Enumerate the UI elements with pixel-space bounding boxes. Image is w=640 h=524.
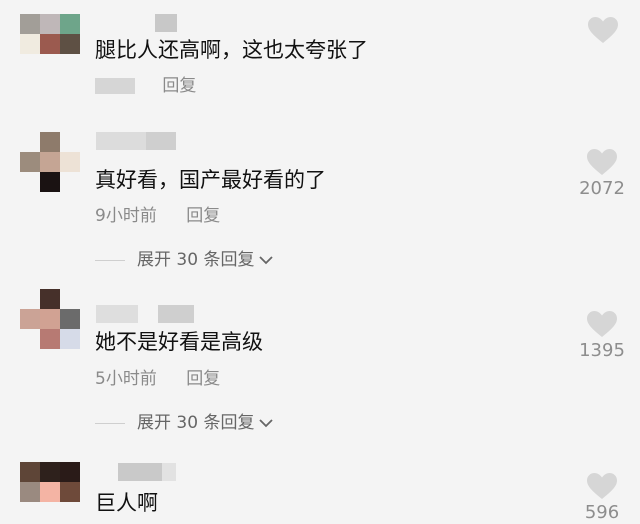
like-count: 1395 — [579, 340, 625, 361]
username-blurred[interactable] — [96, 305, 194, 323]
username-blurred[interactable] — [155, 14, 177, 32]
avatar-mosaic-tile — [60, 152, 80, 172]
timestamp: 5小时前 — [95, 369, 157, 389]
avatar-mosaic-tile — [20, 309, 40, 329]
avatar-mosaic-tile — [60, 309, 80, 329]
comment-text: 腿比人还高啊，这也太夸张了 — [95, 38, 368, 62]
username-blurred — [95, 78, 135, 94]
avatar-mosaic-tile — [40, 329, 60, 349]
avatar-mosaic-tile — [60, 502, 80, 522]
heart-icon — [587, 311, 617, 337]
avatar-mosaic-tile — [20, 152, 40, 172]
divider-line — [95, 259, 125, 261]
like-button[interactable]: 1395 — [572, 310, 632, 362]
avatar[interactable] — [20, 14, 80, 74]
comment-meta: 回复 — [95, 75, 196, 97]
avatar-mosaic-tile — [60, 54, 80, 74]
timestamp: 9小时前 — [95, 206, 157, 226]
avatar-mosaic-tile — [60, 289, 80, 309]
expand-replies-label: 展开 30 条回复 — [137, 413, 255, 433]
avatar-mosaic-tile — [40, 14, 60, 34]
heart-icon — [588, 17, 618, 43]
like-button[interactable] — [573, 16, 633, 44]
username-blurred[interactable] — [96, 132, 176, 150]
comment-text: 她不是好看是高级 — [95, 330, 263, 354]
avatar-mosaic-tile — [20, 329, 40, 349]
chevron-down-icon — [259, 419, 274, 428]
avatar-mosaic-tile — [20, 502, 40, 522]
comment-text: 巨人啊 — [95, 491, 158, 515]
avatar-mosaic-tile — [40, 132, 60, 152]
reply-button[interactable]: 回复 — [186, 369, 220, 389]
avatar-mosaic-tile — [20, 482, 40, 502]
like-count: 2072 — [579, 178, 625, 199]
like-button[interactable]: 596 — [572, 472, 632, 524]
avatar-mosaic-tile — [40, 502, 60, 522]
chevron-down-icon — [259, 256, 274, 265]
avatar-mosaic-tile — [40, 54, 60, 74]
divider-line — [95, 422, 125, 424]
expand-replies-button[interactable]: 展开 30 条回复 — [95, 249, 274, 271]
comment-text: 真好看，国产最好看的了 — [95, 168, 326, 192]
avatar-mosaic-tile — [40, 34, 60, 54]
like-button[interactable]: 2072 — [572, 148, 632, 200]
avatar-mosaic-tile — [40, 172, 60, 192]
avatar-mosaic-tile — [20, 172, 40, 192]
avatar-mosaic-tile — [60, 329, 80, 349]
avatar-mosaic-tile — [60, 172, 80, 192]
avatar-mosaic-tile — [20, 14, 40, 34]
avatar-mosaic-tile — [60, 34, 80, 54]
avatar-mosaic-tile — [20, 289, 40, 309]
avatar-mosaic-tile — [20, 132, 40, 152]
avatar-mosaic-tile — [40, 482, 60, 502]
avatar-mosaic-tile — [20, 34, 40, 54]
expand-replies-button[interactable]: 展开 30 条回复 — [95, 412, 274, 434]
avatar-mosaic-tile — [40, 152, 60, 172]
avatar-mosaic-tile — [40, 462, 60, 482]
avatar-mosaic-tile — [60, 462, 80, 482]
username-blurred[interactable] — [118, 463, 176, 481]
comment-meta: 5小时前 回复 — [95, 368, 220, 390]
avatar-mosaic-tile — [20, 462, 40, 482]
like-count: 596 — [584, 502, 620, 523]
expand-replies-label: 展开 30 条回复 — [137, 250, 255, 270]
avatar-mosaic-tile — [60, 14, 80, 34]
avatar-mosaic-tile — [20, 54, 40, 74]
avatar-mosaic-tile — [60, 482, 80, 502]
avatar-mosaic-tile — [40, 289, 60, 309]
avatar[interactable] — [20, 132, 80, 192]
avatar[interactable] — [20, 289, 80, 349]
reply-button[interactable]: 回复 — [162, 76, 196, 96]
comment-meta: 9小时前 回复 — [95, 205, 220, 227]
avatar[interactable] — [20, 462, 80, 522]
heart-icon — [587, 149, 617, 175]
avatar-mosaic-tile — [40, 309, 60, 329]
reply-button[interactable]: 回复 — [186, 206, 220, 226]
avatar-mosaic-tile — [60, 132, 80, 152]
heart-icon — [587, 473, 617, 499]
